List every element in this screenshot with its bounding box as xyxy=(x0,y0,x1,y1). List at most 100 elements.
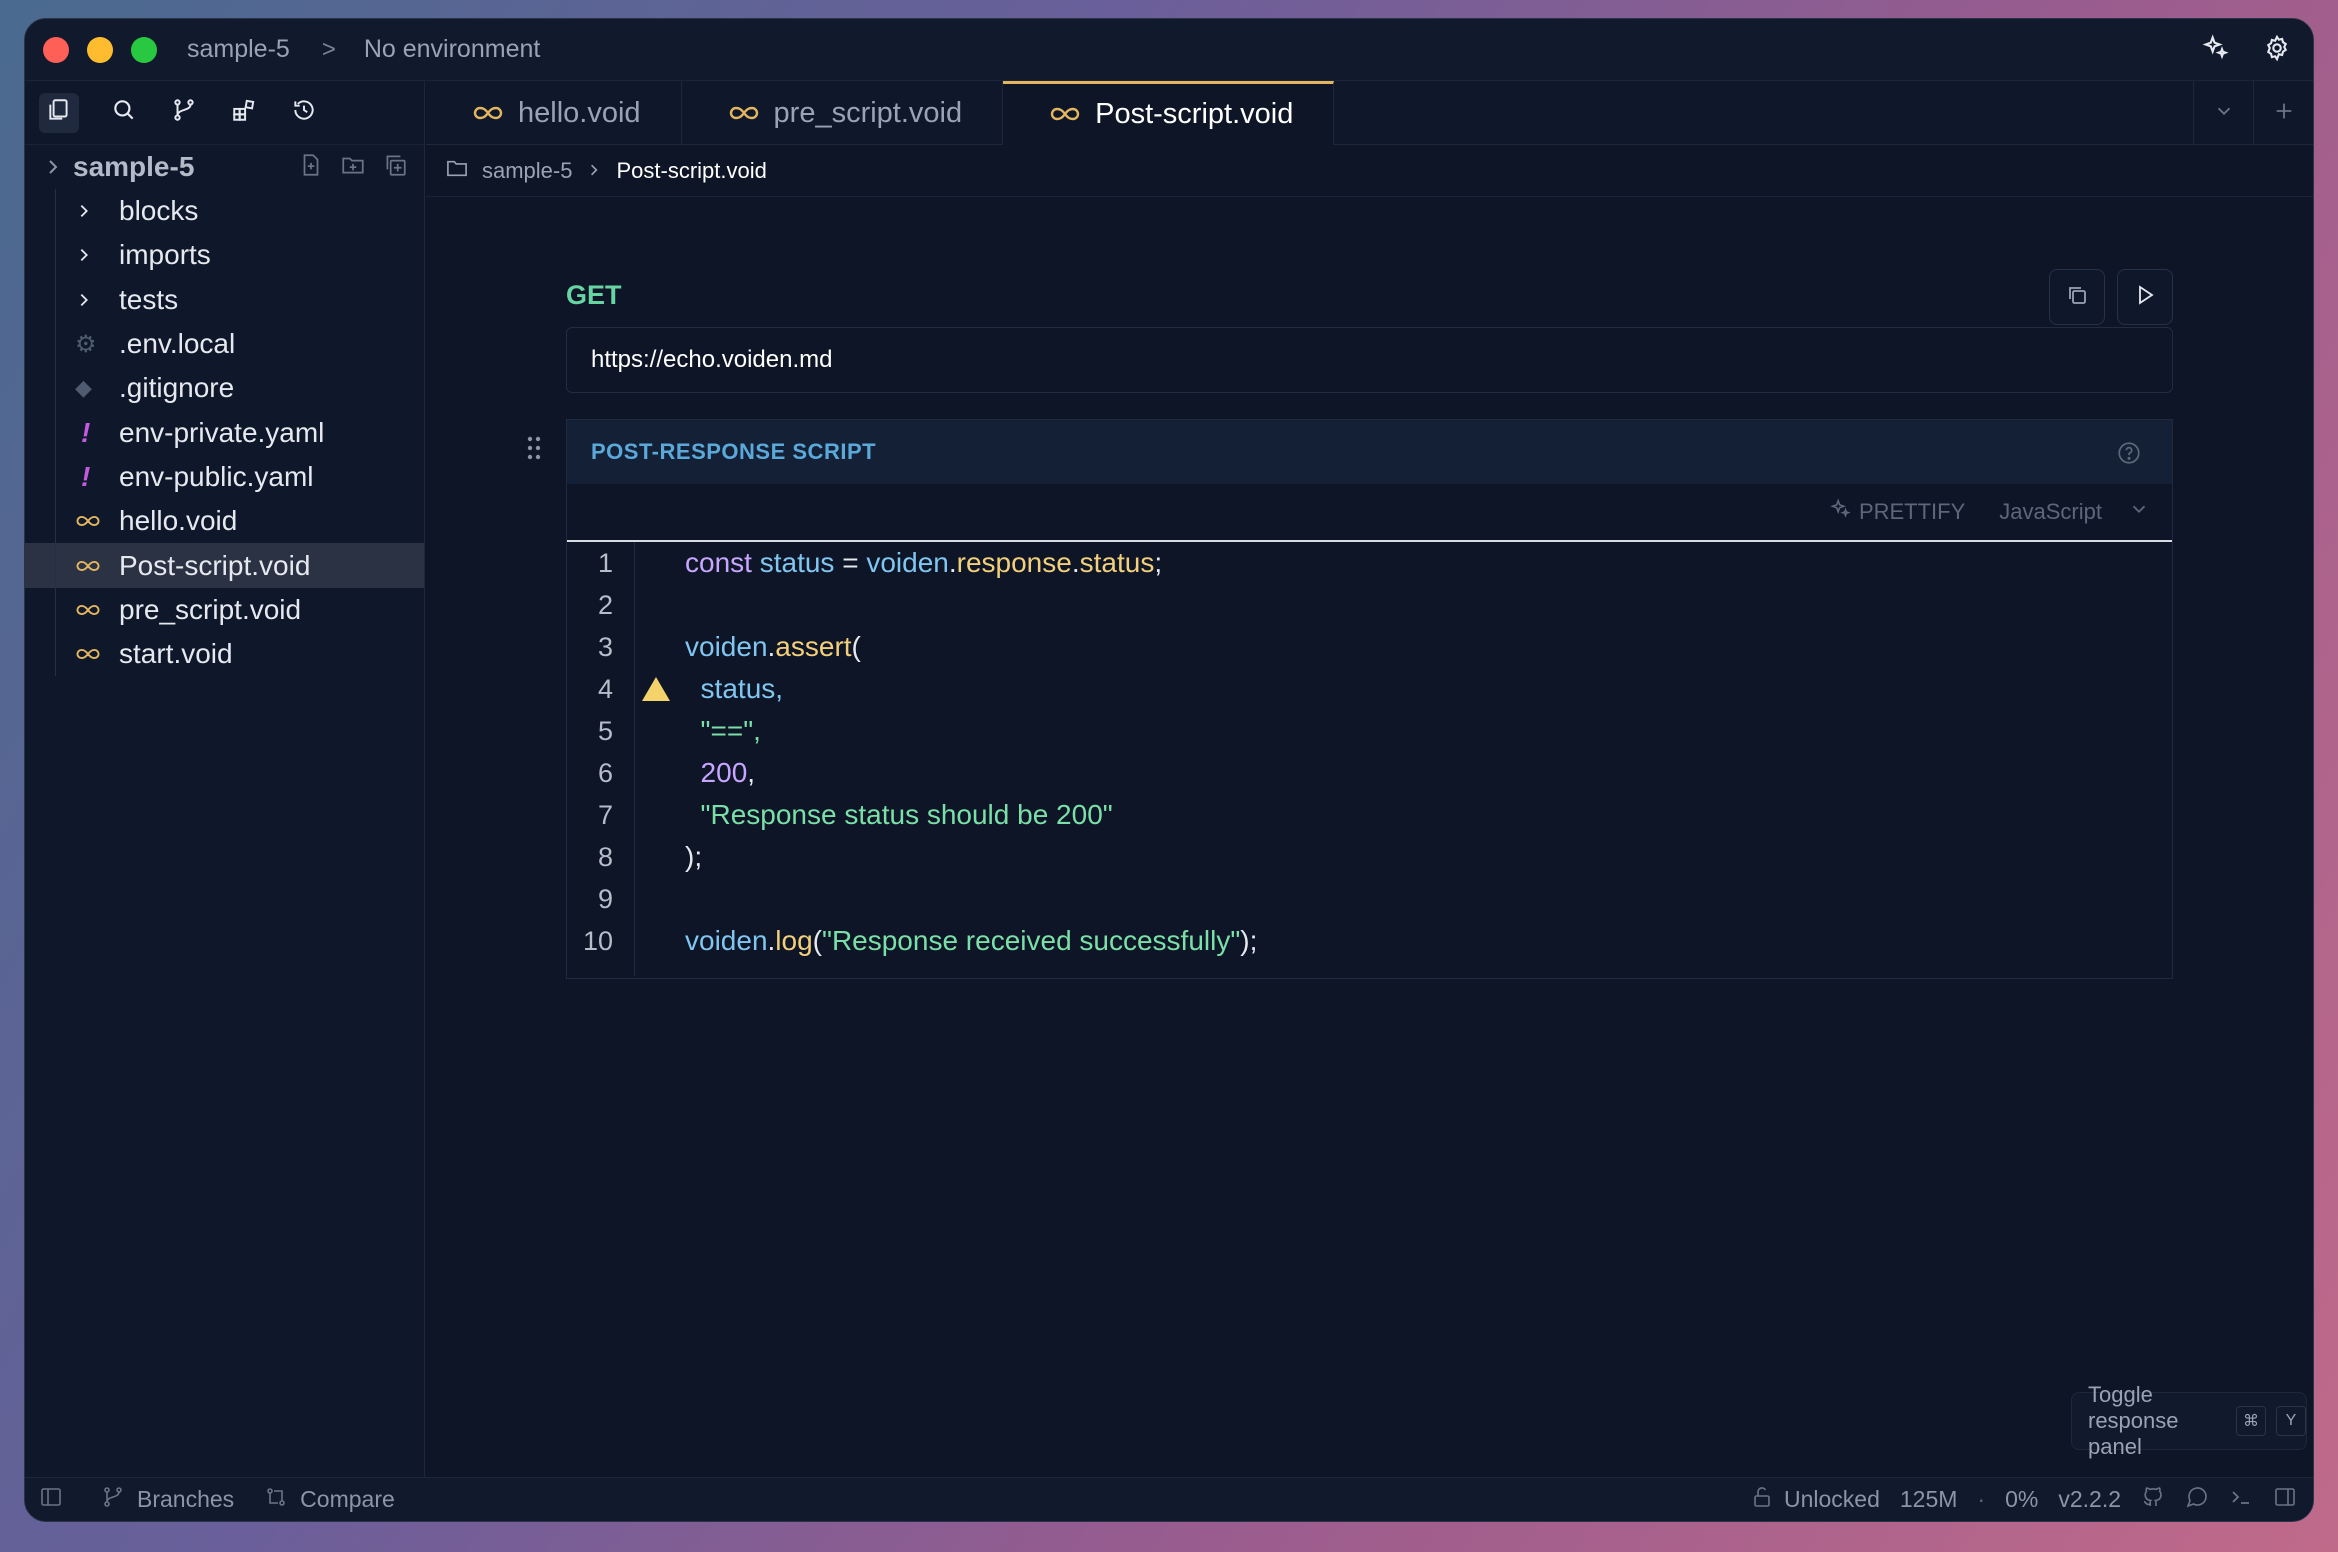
tree-folder-blocks[interactable]: blocks xyxy=(25,189,424,233)
breadcrumb-file[interactable]: Post-script.void xyxy=(616,158,766,184)
lock-status[interactable]: Unlocked xyxy=(1750,1485,1880,1515)
duplicate-icon[interactable] xyxy=(382,152,408,183)
code-line: 1 const status = voiden.response.status; xyxy=(567,542,2172,584)
tree-item-label: .env.local xyxy=(119,328,236,360)
git-icon: ◆ xyxy=(75,375,92,401)
url-input[interactable]: https://echo.voiden.md xyxy=(566,327,2173,393)
title-separator: > xyxy=(321,35,336,63)
line-number: 10 xyxy=(582,925,613,956)
compare-button[interactable]: Compare xyxy=(300,1486,395,1513)
title-bar: sample-5 > No environment xyxy=(25,19,2313,81)
copy-icon xyxy=(2065,283,2089,312)
panel-toggle-icon[interactable] xyxy=(2273,1485,2297,1515)
line-number: 4 xyxy=(597,673,613,704)
new-folder-icon[interactable] xyxy=(340,152,366,183)
tree-file-env-local[interactable]: ⚙ .env.local xyxy=(25,322,424,366)
tab-label: hello.void xyxy=(518,96,641,129)
app-version: v2.2.2 xyxy=(2058,1486,2121,1512)
code-line: 9 xyxy=(567,878,2172,920)
script-toolbar: PRETTIFY JavaScript xyxy=(567,484,2172,542)
copy-request-button[interactable] xyxy=(2049,269,2105,325)
close-window-button[interactable] xyxy=(43,36,69,63)
language-select[interactable]: JavaScript xyxy=(1999,498,2150,526)
tree-folder-tests[interactable]: tests xyxy=(25,278,424,322)
code-line: 3 voiden.assert( xyxy=(567,626,2172,668)
sparkle-icon xyxy=(1829,498,1851,526)
new-file-icon[interactable] xyxy=(298,152,324,183)
terminal-icon[interactable] xyxy=(2229,1485,2253,1515)
code-line: 10 voiden.log("Response received success… xyxy=(567,920,2172,962)
line-number: 3 xyxy=(597,631,613,662)
gear-icon[interactable] xyxy=(2263,34,2291,67)
line-number: 8 xyxy=(597,841,613,872)
chevron-right-icon xyxy=(75,202,109,220)
maximize-window-button[interactable] xyxy=(131,36,157,63)
tree-file-pre-script-void[interactable]: pre_script.void xyxy=(25,588,424,632)
chat-icon[interactable] xyxy=(2185,1485,2209,1515)
github-icon[interactable] xyxy=(2141,1485,2165,1515)
environment-selector[interactable]: No environment xyxy=(364,35,540,64)
chevron-down-icon xyxy=(2213,100,2235,127)
search-button[interactable] xyxy=(109,98,139,128)
cpu-usage: 0% xyxy=(2005,1486,2039,1512)
plus-icon xyxy=(2273,100,2295,127)
tree-file-hello-void[interactable]: hello.void xyxy=(25,499,424,543)
sparkle-icon[interactable] xyxy=(2201,33,2229,67)
tree-item-label: start.void xyxy=(119,638,233,670)
request-method[interactable]: GET xyxy=(566,280,622,311)
code-editor[interactable]: 1 const status = voiden.response.status;… xyxy=(567,542,2172,976)
history-button[interactable] xyxy=(289,98,319,128)
explorer-button[interactable] xyxy=(39,92,79,133)
line-number: 6 xyxy=(597,757,613,788)
new-tab-button[interactable] xyxy=(2253,81,2313,145)
sidebar-toolbar xyxy=(25,81,424,145)
chevron-right-icon xyxy=(586,158,602,184)
help-icon[interactable] xyxy=(2116,440,2142,466)
tab-post-script-void[interactable]: Post-script.void xyxy=(1003,81,1335,145)
yaml-icon: ! xyxy=(81,416,91,448)
extensions-button[interactable] xyxy=(229,98,259,128)
toggle-response-panel-button[interactable]: Toggle response panel ⌘ Y xyxy=(2071,1382,2307,1459)
prettify-button[interactable]: PRETTIFY xyxy=(1829,498,1965,526)
run-request-button[interactable] xyxy=(2117,269,2173,325)
tree-item-label: imports xyxy=(119,239,211,271)
drag-handle-icon[interactable] xyxy=(526,435,542,466)
tree-folder-imports[interactable]: imports xyxy=(25,233,424,277)
breadcrumb-folder[interactable]: sample-5 xyxy=(482,158,572,184)
sidebar-toggle-icon[interactable] xyxy=(39,1485,63,1515)
infinity-icon xyxy=(75,646,109,662)
lock-status-label: Unlocked xyxy=(1783,1486,1880,1512)
editor-tab-bar: hello.void pre_script.void Post-script.v… xyxy=(426,81,2313,145)
tree-file-gitignore[interactable]: ◆ .gitignore xyxy=(25,366,424,410)
tab-list-button[interactable] xyxy=(2193,81,2253,145)
warning-icon[interactable] xyxy=(641,676,671,702)
git-branch-icon xyxy=(101,1485,125,1515)
play-icon xyxy=(2133,283,2157,312)
title-project-name[interactable]: sample-5 xyxy=(187,35,290,64)
minimize-window-button[interactable] xyxy=(87,36,113,63)
tree-file-env-public-yaml[interactable]: ! env-public.yaml xyxy=(25,455,424,499)
app-window: sample-5 > No environment sample-5 block… xyxy=(24,18,2314,1522)
source-control-button[interactable] xyxy=(169,98,199,128)
unlock-icon xyxy=(1750,1485,1774,1515)
gear-icon: ⚙ xyxy=(75,330,97,358)
project-root-row[interactable]: sample-5 xyxy=(25,145,424,189)
tree-item-label: hello.void xyxy=(119,505,238,537)
tab-hello-void[interactable]: hello.void xyxy=(426,81,682,145)
branches-button[interactable]: Branches xyxy=(137,1486,234,1513)
line-number: 9 xyxy=(597,883,613,914)
tree-item-label: Post-script.void xyxy=(119,549,311,581)
file-tree: blocks imports tests ⚙ .env.local ◆ .git… xyxy=(25,189,424,677)
tree-file-start-void[interactable]: start.void xyxy=(25,632,424,676)
infinity-icon xyxy=(1049,98,1081,131)
tree-item-label: env-public.yaml xyxy=(119,460,314,492)
tree-file-post-script-void[interactable]: Post-script.void xyxy=(25,543,424,588)
tab-label: pre_script.void xyxy=(773,96,963,129)
tab-pre-script-void[interactable]: pre_script.void xyxy=(682,81,1004,145)
code-line: 2 xyxy=(567,584,2172,626)
tree-item-label: tests xyxy=(119,283,179,315)
tree-file-env-private-yaml[interactable]: ! env-private.yaml xyxy=(25,410,424,454)
tree-item-label: pre_script.void xyxy=(119,593,302,625)
code-line: 8 ); xyxy=(567,836,2172,878)
shortcut-key-cmd: ⌘ xyxy=(2236,1406,2266,1436)
